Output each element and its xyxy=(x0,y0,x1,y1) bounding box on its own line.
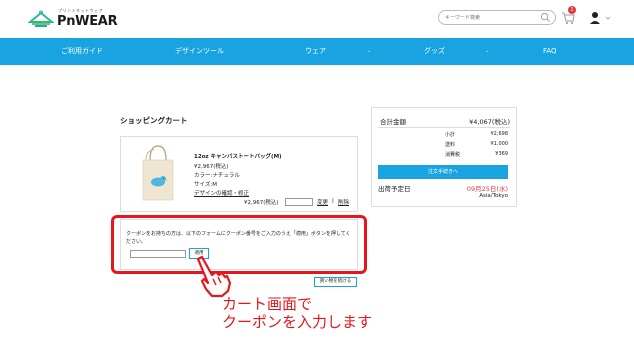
site-logo[interactable]: プリントネットウェア PnWEAR xyxy=(28,8,118,30)
item-subtotal: ¥2,967(税込) xyxy=(244,200,279,206)
shipping-fee-label: 送料 xyxy=(445,142,456,148)
search-icon[interactable] xyxy=(540,12,551,23)
chevron-down-icon: ⌄ xyxy=(485,48,490,54)
item-price: ¥2,967(税込) xyxy=(194,164,229,170)
delete-item-link[interactable]: 削除 xyxy=(338,198,349,206)
ship-timezone: Asia/Tokyo xyxy=(479,193,508,199)
chevron-down-icon xyxy=(605,16,611,20)
subtotal-value: ¥2,698 xyxy=(490,131,509,137)
total-label: 合計金額 xyxy=(380,118,406,126)
item-size: サイズ:M xyxy=(194,182,217,188)
nav-item-wear[interactable]: ウェア xyxy=(305,38,326,65)
shipping-fee-value: ¥1,000 xyxy=(490,141,509,147)
tax-value: ¥369 xyxy=(495,151,508,157)
quantity-input[interactable] xyxy=(285,198,313,206)
annotation-line-2: クーポンを入力します xyxy=(222,313,373,331)
logo-wordmark: PnWEAR xyxy=(57,14,118,29)
tax-label: 消費税 xyxy=(445,152,461,158)
subtotal-label: 小計 xyxy=(445,132,456,138)
change-quantity-link[interactable]: 変更 xyxy=(317,198,328,206)
page-title: ショッピングカート xyxy=(120,116,188,125)
nav-item-goods[interactable]: グッズ xyxy=(424,38,445,65)
site-header: プリントネットウェア PnWEAR 1 xyxy=(0,0,634,38)
item-name: 12oz キャンバストートバッグ(M) xyxy=(194,154,282,160)
nav-item-guide[interactable]: ご利用ガイド xyxy=(61,38,103,65)
design-edit-link[interactable]: デザインの確認・修正 xyxy=(194,189,249,197)
main-nav: ご利用ガイド デザインツール ウェア ⌄ グッズ ⌄ FAQ xyxy=(0,38,634,65)
chevron-down-icon: ⌄ xyxy=(367,48,372,54)
coupon-highlight-frame xyxy=(111,215,367,274)
summary-divider xyxy=(378,127,510,128)
search-input[interactable] xyxy=(445,13,535,23)
ship-date-label: 出荷予定日 xyxy=(378,185,411,193)
checkout-button[interactable]: 注文手続きへ xyxy=(378,165,508,179)
cart-count-badge: 1 xyxy=(568,6,576,14)
search-box xyxy=(438,10,556,25)
link-separator: | xyxy=(332,198,334,204)
total-value: ¥4,067(税込) xyxy=(469,118,510,126)
ship-date-value: 09月25日(水) xyxy=(466,185,508,193)
hanger-logo-icon xyxy=(28,10,54,27)
user-icon[interactable] xyxy=(589,11,611,25)
item-color: カラー:ナチュラル xyxy=(194,173,240,179)
nav-item-design-tool[interactable]: デザインツール xyxy=(175,38,224,65)
tote-bag-image xyxy=(142,145,174,201)
continue-shopping-button[interactable]: 買い物を続ける xyxy=(314,277,357,287)
nav-item-faq[interactable]: FAQ xyxy=(543,38,557,65)
